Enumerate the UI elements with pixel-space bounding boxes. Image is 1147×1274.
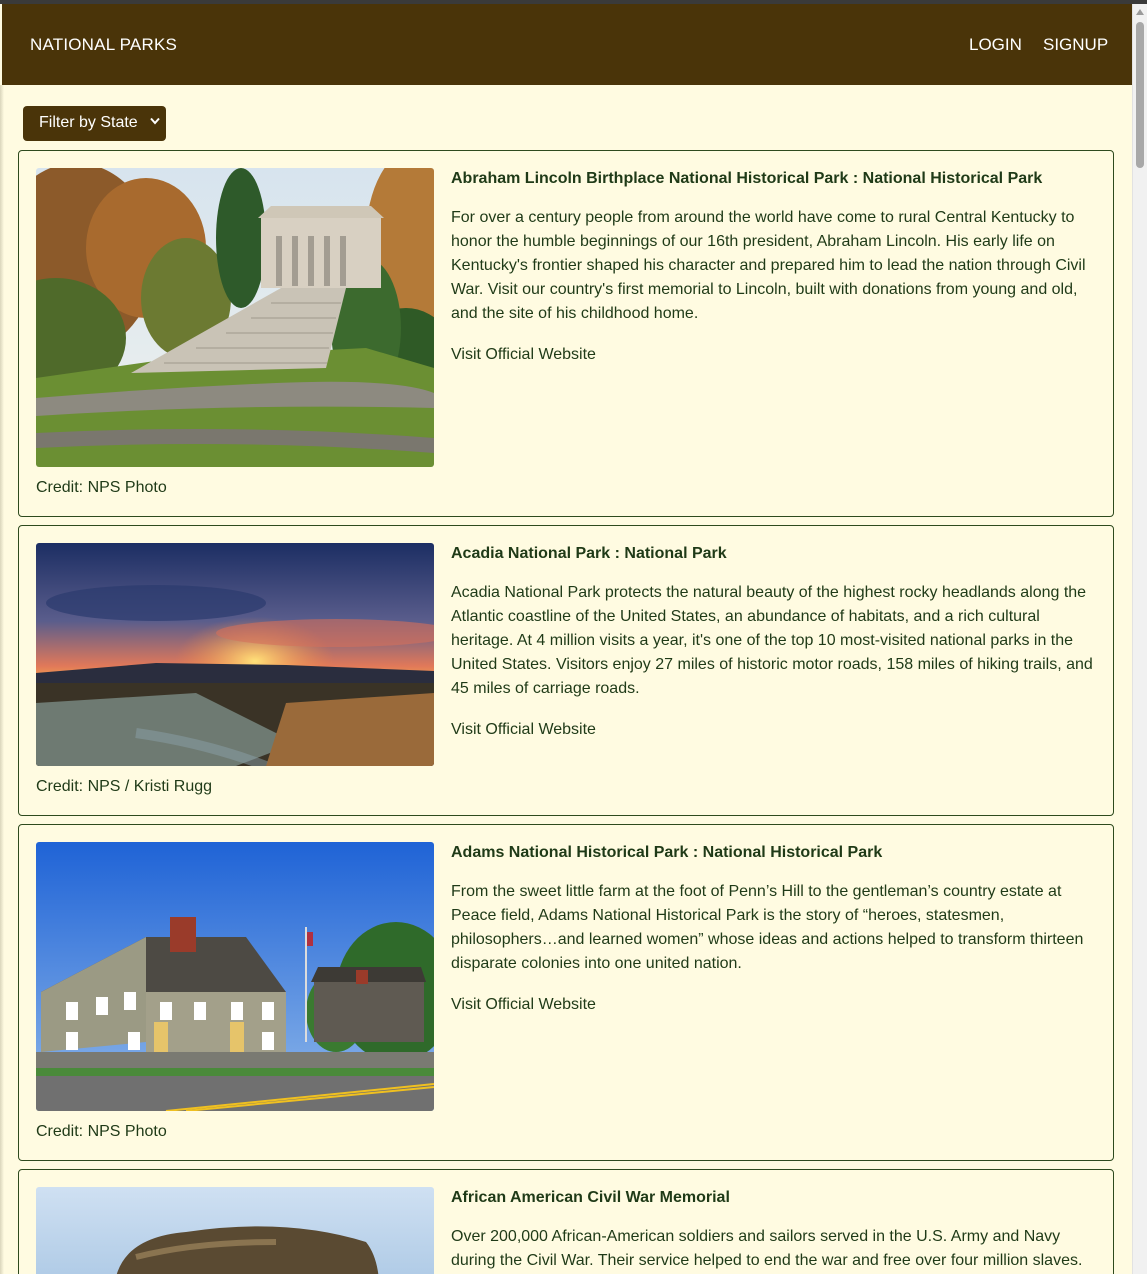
vertical-scrollbar[interactable]	[1132, 4, 1147, 1274]
scroll-up-arrow-icon[interactable]	[1136, 9, 1144, 15]
park-description: Acadia National Park protects the natura…	[451, 584, 1093, 697]
park-title: African American Civil War Memorial	[451, 1189, 730, 1206]
brand-link[interactable]: NATIONAL PARKS	[30, 35, 177, 55]
login-link[interactable]: LOGIN	[969, 35, 1022, 55]
photo-credit: Credit: NPS / Kristi Rugg	[36, 778, 213, 795]
park-title: Acadia National Park : National Park	[451, 545, 727, 562]
filter-by-state-select[interactable]: Filter by State	[23, 106, 166, 141]
park-description: For over a century people from around th…	[451, 209, 1086, 322]
park-title: Adams National Historical Park : Nationa…	[451, 844, 883, 861]
park-photo-adams-house	[36, 842, 434, 1111]
park-card: African American Civil War Memorial Over…	[18, 1169, 1114, 1274]
chevron-down-icon	[150, 116, 160, 128]
visit-website-link[interactable]: Visit Official Website	[451, 721, 596, 739]
signup-link[interactable]: SIGNUP	[1043, 35, 1108, 55]
scrollbar-thumb[interactable]	[1136, 22, 1144, 168]
visit-website-link[interactable]: Visit Official Website	[451, 346, 596, 364]
park-description: From the sweet little farm at the foot o…	[451, 883, 1084, 972]
left-edge-shadow	[0, 85, 4, 1274]
park-photo-acadia-sunset	[36, 543, 434, 766]
photo-credit: Credit: NPS Photo	[36, 479, 167, 496]
visit-website-link[interactable]: Visit Official Website	[451, 996, 596, 1014]
browser-viewport: NATIONAL PARKS LOGIN SIGNUP Filter by St…	[0, 0, 1147, 1274]
photo-credit: Credit: NPS Photo	[36, 1123, 167, 1140]
park-title: Abraham Lincoln Birthplace National Hist…	[451, 170, 1043, 187]
park-card: Credit: NPS Photo Adams National Histori…	[18, 824, 1114, 1161]
park-photo-lincoln-memorial	[36, 168, 434, 467]
park-card: Credit: NPS / Kristi Rugg Acadia Nationa…	[18, 525, 1114, 816]
park-description: Over 200,000 African-American soldiers a…	[451, 1228, 1083, 1269]
filter-label: Filter by State	[39, 114, 138, 131]
park-card: Credit: NPS Photo Abraham Lincoln Birthp…	[18, 150, 1114, 517]
park-photo-civil-war-memorial	[36, 1187, 434, 1274]
navbar: NATIONAL PARKS LOGIN SIGNUP	[2, 4, 1132, 85]
